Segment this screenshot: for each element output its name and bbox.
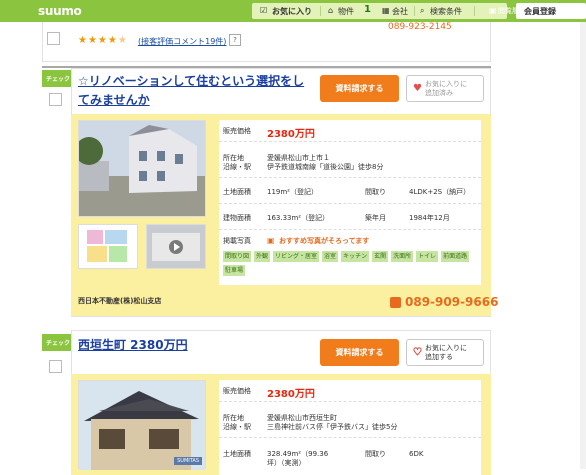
sumitas-badge: SUMITAS — [174, 457, 202, 465]
agent-phone: 089-909-9666 — [405, 295, 499, 309]
address-value: 愛媛県松山市上市１ — [267, 154, 330, 162]
heart-icon: ♥ — [413, 83, 422, 94]
listing-title[interactable]: 西垣生町 2380万円 — [78, 336, 188, 355]
price-label: 販売価格 — [223, 387, 251, 395]
station-label: 沿線・駅 — [223, 423, 251, 431]
photo-category-chip[interactable]: 前面道路 — [441, 251, 470, 262]
location-label: 所在地 — [223, 414, 244, 422]
layout-value: 4LDK+2S（納戸） — [409, 188, 471, 196]
exterior-photo[interactable] — [75, 120, 206, 217]
agent-name[interactable]: 西日本不動産(株)松山支店 — [78, 296, 161, 306]
fav-icon: ☑ — [260, 6, 268, 15]
site-header: suumo ☑ お気に入り ⌂ 物件 1 ▦ 会社 ⌕ 検索条件 ▣ 閲覧履歴 … — [0, 0, 586, 22]
search-icon: ⌕ — [420, 6, 425, 15]
station-value: 伊予鉄道城南線「道後公園」徒歩8分 — [267, 163, 384, 171]
camera-icon: ▣ — [267, 236, 275, 245]
photo-category-chip[interactable]: 駐車場 — [223, 265, 246, 276]
add-favorite-button[interactable]: ♥ お気に入りに 追加する — [406, 339, 484, 366]
land-area-value: 328.49m²（99.36 — [267, 450, 329, 458]
building-area-value: 163.33m²（登記） — [267, 214, 330, 222]
check-tag: チェック — [42, 70, 72, 87]
photos-label: 掲載写真 — [223, 237, 251, 245]
floorplan-thumbnail[interactable] — [78, 224, 138, 269]
listing-info-table: 販売価格 2380万円 所在地 沿線・駅 愛媛県松山市西垣生町 三島神社前バス停… — [219, 380, 481, 475]
check-tag: チェック — [42, 334, 72, 351]
built-date-value: 1984年12月 — [409, 214, 450, 222]
price-value: 2380万円 — [267, 129, 315, 140]
listing-title[interactable]: ☆リノベーションして住むという選択をし てみませんか — [78, 72, 304, 110]
house-icon: ⌂ — [328, 6, 334, 15]
video-thumbnail[interactable] — [146, 224, 206, 269]
listing-checkbox[interactable] — [49, 360, 62, 373]
recommended-photos-note: おすすめ写真がそろってます — [279, 237, 370, 245]
address-value: 愛媛県松山市西垣生町 — [267, 414, 337, 422]
price-value: 2380万円 — [267, 389, 315, 400]
prev-listing-phone: 089-923-2145 — [388, 22, 452, 32]
photo-category-chip[interactable]: 洗面所 — [391, 251, 414, 262]
land-area-label: 土地面積 — [223, 450, 251, 458]
heart-outline-icon: ♥ — [413, 347, 423, 359]
land-area-value: 119m²（登記） — [267, 188, 318, 196]
fav-count-label[interactable]: 物件 — [338, 6, 354, 17]
phone-icon — [390, 297, 401, 308]
building-icon: ▦ — [382, 6, 390, 15]
exterior-photo[interactable]: SUMITAS — [78, 380, 206, 470]
layout-label: 間取り — [365, 450, 386, 458]
location-label: 所在地 — [223, 154, 244, 162]
member-register-button[interactable]: 会員登録 — [516, 3, 586, 19]
request-info-button[interactable]: 資料請求する — [320, 75, 399, 102]
photo-category-chip[interactable]: リビング・居室 — [273, 251, 320, 262]
favorite-added-button[interactable]: ♥ お気に入りに 追加済み — [406, 75, 484, 102]
header-nav: ☑ お気に入り ⌂ 物件 1 ▦ 会社 ⌕ 検索条件 — [252, 3, 507, 19]
listing-info-table: 販売価格 2380万円 所在地 沿線・駅 愛媛県松山市上市１ 伊予鉄道城南線「道… — [219, 120, 481, 285]
prev-listing-checkbox[interactable] — [47, 32, 60, 45]
scrollbar-track[interactable] — [580, 22, 586, 469]
layout-value: 6DK — [409, 450, 424, 458]
built-date-label: 築年月 — [365, 214, 386, 222]
layout-label: 間取り — [365, 188, 386, 196]
review-comments-link[interactable]: (接客評価コメント19件) — [138, 36, 226, 47]
photo-category-chip[interactable]: トイレ — [416, 251, 439, 262]
price-label: 販売価格 — [223, 127, 251, 135]
station-label: 沿線・駅 — [223, 163, 251, 171]
suumo-logo[interactable]: suumo — [38, 4, 82, 18]
station-value: 三島神社前バス停「伊予鉄バス」徒歩5分 — [267, 423, 398, 431]
land-area-value-cont: 坪）（実測） — [267, 459, 306, 467]
land-area-label: 土地面積 — [223, 188, 251, 196]
building-area-label: 建物面積 — [223, 214, 251, 222]
photo-category-chip[interactable]: 浴室 — [322, 251, 339, 262]
history-icon: ▣ — [489, 6, 497, 15]
photo-category-chip[interactable]: 外観 — [254, 251, 271, 262]
nav-company[interactable]: 会社 — [392, 6, 408, 17]
rating-stars: ★★★★★ — [78, 35, 128, 46]
request-info-button[interactable]: 資料請求する — [320, 339, 399, 366]
fav-count: 1 — [364, 4, 371, 15]
nav-search-conditions[interactable]: 検索条件 — [430, 6, 462, 17]
help-icon[interactable]: ? — [229, 34, 241, 46]
photo-category-chip[interactable]: キッチン — [341, 251, 370, 262]
photo-category-chip[interactable]: 間取り図 — [223, 251, 252, 262]
listing-checkbox[interactable] — [49, 93, 62, 106]
nav-favorites[interactable]: お気に入り — [272, 6, 312, 17]
photo-category-chip[interactable]: 玄関 — [372, 251, 389, 262]
